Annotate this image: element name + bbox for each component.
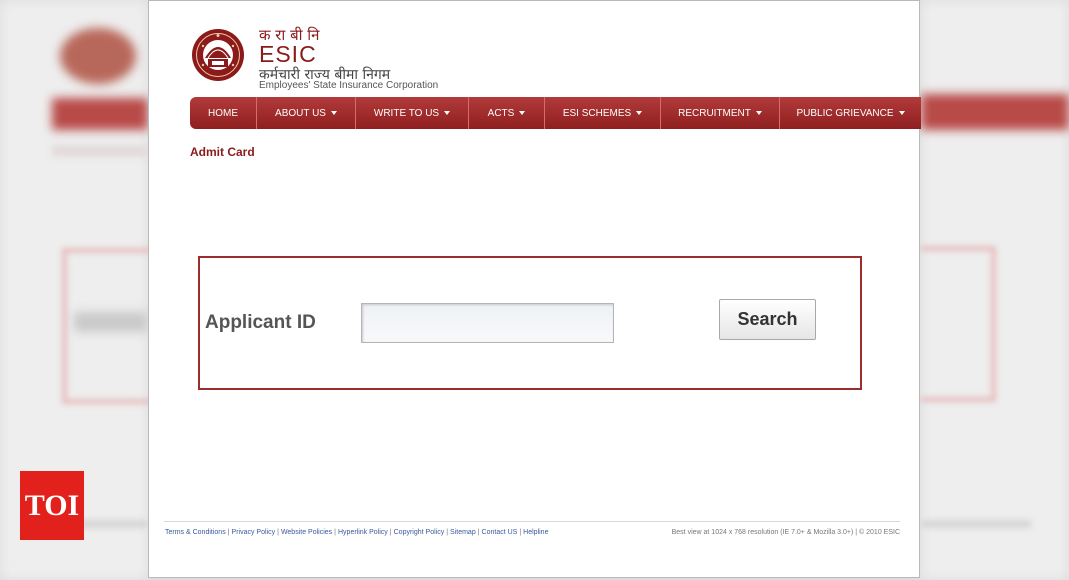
brand-abbreviation: ESIC — [259, 41, 317, 67]
backdrop-breadcrumb-blur — [52, 146, 148, 156]
footer-link-website-policies[interactable]: Website Policies — [281, 529, 332, 536]
caret-down-icon — [519, 111, 526, 115]
footer-separator: | — [334, 529, 336, 536]
applicant-id-input[interactable] — [361, 303, 614, 343]
nav-label: HOME — [208, 107, 238, 119]
backdrop-nav-blur-left — [52, 98, 148, 130]
nav-label: ESI SCHEMES — [562, 107, 632, 119]
toi-watermark-text: TOI — [24, 488, 80, 522]
footer-separator: | — [277, 529, 279, 536]
footer-separator: | — [477, 529, 480, 536]
nav-label: PUBLIC GRIEVANCE — [796, 107, 894, 119]
search-button[interactable]: Search — [719, 299, 816, 340]
nav-esi-schemes[interactable]: ESI SCHEMES — [545, 97, 661, 129]
footer-link-terms[interactable]: Terms & Conditions — [165, 529, 226, 536]
caret-down-icon — [755, 111, 762, 115]
caret-down-icon — [444, 111, 451, 115]
footer-separator: | — [227, 529, 230, 536]
nav-home[interactable]: HOME — [190, 97, 257, 129]
backdrop-card-blur-right — [921, 246, 996, 402]
admit-card-form: Applicant ID Search — [198, 256, 862, 390]
caret-down-icon — [330, 111, 337, 115]
caret-down-icon — [636, 111, 643, 115]
footer-link-hyperlink-policy[interactable]: Hyperlink Policy — [338, 529, 388, 536]
main-nav: HOME ABOUT US WRITE TO US ACTS ESI SCHEM… — [190, 97, 921, 129]
footer-separator: | — [389, 529, 392, 536]
footer-link-sitemap[interactable]: Sitemap — [450, 529, 476, 536]
footer-link-privacy[interactable]: Privacy Policy — [232, 529, 276, 536]
esic-emblem-icon[interactable] — [191, 28, 245, 82]
caret-down-icon — [898, 111, 905, 115]
nav-label: ABOUT US — [275, 107, 326, 119]
nav-label: WRITE TO US — [373, 107, 440, 119]
nav-public-grievance[interactable]: PUBLIC GRIEVANCE — [780, 97, 921, 129]
nav-recruitment[interactable]: RECRUITMENT — [661, 97, 780, 129]
footer-note: Best view at 1024 x 768 resolution (IE 7… — [671, 529, 900, 536]
nav-label: RECRUITMENT — [678, 107, 751, 119]
brand-english-full: Employees' State Insurance Corporation — [259, 80, 439, 91]
footer-divider — [164, 521, 900, 522]
footer-link-contact[interactable]: Contact US — [482, 529, 518, 536]
footer-links: Terms & Conditions | Privacy Policy | Websit… — [165, 529, 548, 536]
applicant-id-label: Applicant ID — [205, 312, 316, 333]
backdrop-nav-blur-right — [921, 94, 1069, 130]
footer-separator: | — [446, 529, 449, 536]
esic-page: क रा बी नि ESIC कर्मचारी राज्य बीमा निगम… — [148, 0, 921, 578]
backdrop-label-blur — [74, 312, 148, 332]
nav-about-us[interactable]: ABOUT US — [257, 97, 356, 129]
nav-label: ACTS — [487, 107, 515, 119]
nav-acts[interactable]: ACTS — [469, 97, 545, 129]
footer-link-copyright-policy[interactable]: Copyright Policy — [394, 529, 445, 536]
footer-separator: | — [519, 529, 522, 536]
page-title: Admit Card — [190, 145, 255, 159]
toi-watermark-logo: TOI — [20, 471, 84, 540]
backdrop-logo-blur — [60, 28, 136, 84]
footer-link-helpline[interactable]: Helpline — [523, 529, 548, 536]
nav-write-to-us[interactable]: WRITE TO US — [356, 97, 469, 129]
backdrop-footer-blur-right — [921, 520, 1031, 528]
